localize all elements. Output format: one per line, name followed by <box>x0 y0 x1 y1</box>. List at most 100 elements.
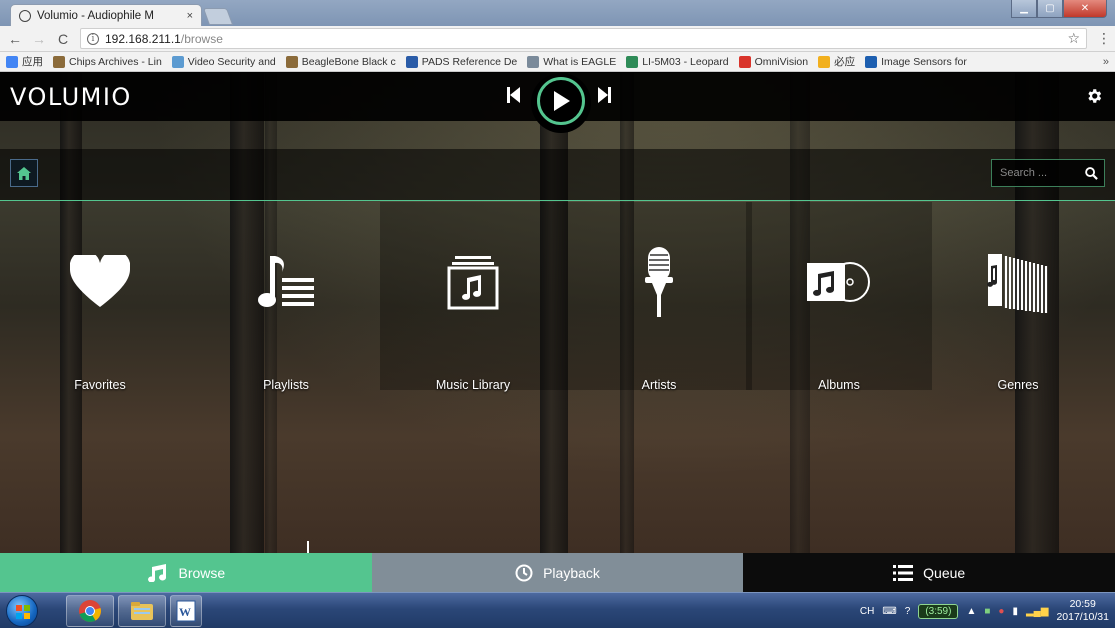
tile-label: Genres <box>997 378 1039 392</box>
tab-browse-label: Browse <box>178 564 226 581</box>
list-icon <box>893 564 914 581</box>
leopard-icon <box>626 55 639 68</box>
tile-genres[interactable]: Genres <box>925 202 1111 392</box>
volumio-logo[interactable]: VOLUMIO <box>10 81 160 111</box>
bookmark-label: Image Sensors for <box>881 55 967 68</box>
ime-indicator[interactable]: CH <box>860 606 874 617</box>
help-icon[interactable]: ? <box>905 606 911 617</box>
bookmark-label: PADS Reference De <box>421 55 518 68</box>
bookmark-item[interactable]: PADS Reference De <box>405 55 518 68</box>
url-field[interactable]: i 192.168.211.1/browse ☆ <box>80 28 1087 49</box>
tile-last-100[interactable] <box>7 402 193 592</box>
bookmark-item[interactable]: LI-5M03 - Leopard <box>626 55 729 68</box>
taskbar-word[interactable]: W <box>170 595 202 627</box>
bookmark-item[interactable]: Image Sensors for <box>865 55 967 68</box>
signal-icon[interactable]: ▂▄▆ <box>1026 606 1048 617</box>
bookmark-item[interactable]: BeagleBone Black c <box>285 55 396 68</box>
search-input[interactable] <box>992 160 1078 186</box>
bookmark-item[interactable]: Video Security and <box>171 55 276 68</box>
volumio-favicon-icon <box>19 9 31 22</box>
bottom-nav: Browse Playback Queue <box>0 553 1115 592</box>
tile-label: Albums <box>818 378 860 392</box>
image-sensors-icon <box>865 55 878 68</box>
browser-tab[interactable]: Volumio - Audiophile M × <box>10 4 202 26</box>
bookmark-item[interactable]: 应用 <box>6 54 43 69</box>
tile-label: Music Library <box>435 378 511 392</box>
bookmark-item[interactable]: OmniVision <box>738 55 809 68</box>
bookmark-label: BeagleBone Black c <box>301 55 396 68</box>
windows-start-button[interactable] <box>6 595 38 627</box>
play-icon <box>554 91 570 111</box>
tab-playback[interactable]: Playback <box>371 553 744 592</box>
next-track-button[interactable] <box>597 87 611 103</box>
tile-label: Artists <box>641 378 677 392</box>
bookmark-label: 必应 <box>834 56 856 68</box>
tray-device-icon[interactable]: ▮ <box>1012 606 1018 617</box>
tab-close-icon[interactable]: × <box>187 10 193 22</box>
browser-menu-icon[interactable]: ⋮ <box>1097 30 1111 47</box>
reload-icon[interactable]: C <box>56 31 70 47</box>
maximize-button[interactable]: ▢ <box>1037 0 1063 18</box>
volumio-app: VOLUMIO Search ... Favorites Playlists M… <box>0 73 1115 592</box>
tile-label: Favorites <box>74 378 126 392</box>
tab-title: Volumio - Audiophile M <box>37 9 154 22</box>
bookmark-star-icon[interactable]: ☆ <box>1067 30 1080 47</box>
system-tray: CH ⌨ ? (3:59) ▲ ■ ● ▮ ▂▄▆ 20:59 2017/10/… <box>860 593 1109 628</box>
clock[interactable]: 20:59 2017/10/31 <box>1056 598 1109 624</box>
svg-text:W: W <box>179 605 191 619</box>
minimize-button[interactable]: ▁ <box>1011 0 1037 18</box>
forward-arrow-icon[interactable]: → <box>32 31 46 47</box>
volumio-logo-icon: VOLUMIO <box>10 83 132 111</box>
bookmark-item[interactable]: What is EAGLE <box>527 55 616 68</box>
clock-time: 20:59 <box>1069 598 1096 610</box>
search-icon[interactable] <box>1078 160 1104 186</box>
url-host: 192.168.211.1 <box>105 31 181 46</box>
tile-favorites[interactable]: Favorites <box>7 202 193 392</box>
search-box <box>991 159 1105 187</box>
clock-icon <box>515 564 533 581</box>
omnivision-icon <box>738 55 751 68</box>
settings-gear-icon[interactable] <box>1085 87 1103 105</box>
tab-browse[interactable]: Browse <box>0 553 372 592</box>
tile-playlists[interactable]: Playlists <box>193 202 379 392</box>
back-arrow-icon[interactable]: ← <box>8 31 22 47</box>
browser-tab-strip: Volumio - Audiophile M × ▁ ▢ ✕ <box>0 0 1115 26</box>
bookmark-label: Video Security and <box>187 55 276 68</box>
beaglebone-icon <box>285 55 298 68</box>
word-icon: W <box>176 600 196 622</box>
site-info-icon[interactable]: i <box>87 32 99 45</box>
bookmark-label: OmniVision <box>754 55 809 68</box>
bookmarks-overflow-icon[interactable]: » <box>1103 56 1109 68</box>
tile-albums[interactable]: Albums <box>746 202 932 392</box>
tab-queue[interactable]: Queue <box>743 553 1115 592</box>
home-button[interactable] <box>10 159 38 187</box>
tile-music-library[interactable]: Music Library <box>380 202 566 392</box>
keyboard-icon[interactable]: ⌨ <box>882 606 896 617</box>
playlist-icon <box>246 242 326 322</box>
taskbar-chrome[interactable] <box>66 595 114 627</box>
taskbar-explorer[interactable] <box>118 595 166 627</box>
bookmark-item[interactable]: Chips Archives - Lin <box>53 55 162 68</box>
clock-date: 2017/10/31 <box>1056 611 1109 623</box>
play-button[interactable] <box>537 77 585 125</box>
tray-network-icon[interactable]: ● <box>998 606 1004 617</box>
bookmark-item[interactable]: 必应 <box>818 54 855 69</box>
battery-indicator[interactable]: (3:59) <box>918 603 959 619</box>
player-controls <box>505 73 615 133</box>
folder-icon <box>131 602 153 620</box>
tile-web-radio[interactable] <box>193 402 379 589</box>
tray-app-icon[interactable]: ■ <box>984 606 990 617</box>
previous-track-button[interactable] <box>507 87 521 103</box>
bookmark-label: Chips Archives - Lin <box>69 55 162 68</box>
window-close-button[interactable]: ✕ <box>1063 0 1107 18</box>
browse-toolbar <box>0 149 1115 201</box>
logo-text: VOLUMIO <box>10 83 132 111</box>
tile-artists[interactable]: Artists <box>566 202 752 392</box>
new-tab-button[interactable] <box>202 8 234 25</box>
genres-icon <box>978 242 1058 322</box>
chips-archive-icon <box>53 55 65 68</box>
bing-icon <box>818 55 831 68</box>
tray-expand-icon[interactable]: ▲ <box>966 606 976 617</box>
bookmarks-bar: 应用 Chips Archives - Lin Video Security and… <box>0 52 1115 72</box>
chrome-icon <box>79 600 101 622</box>
